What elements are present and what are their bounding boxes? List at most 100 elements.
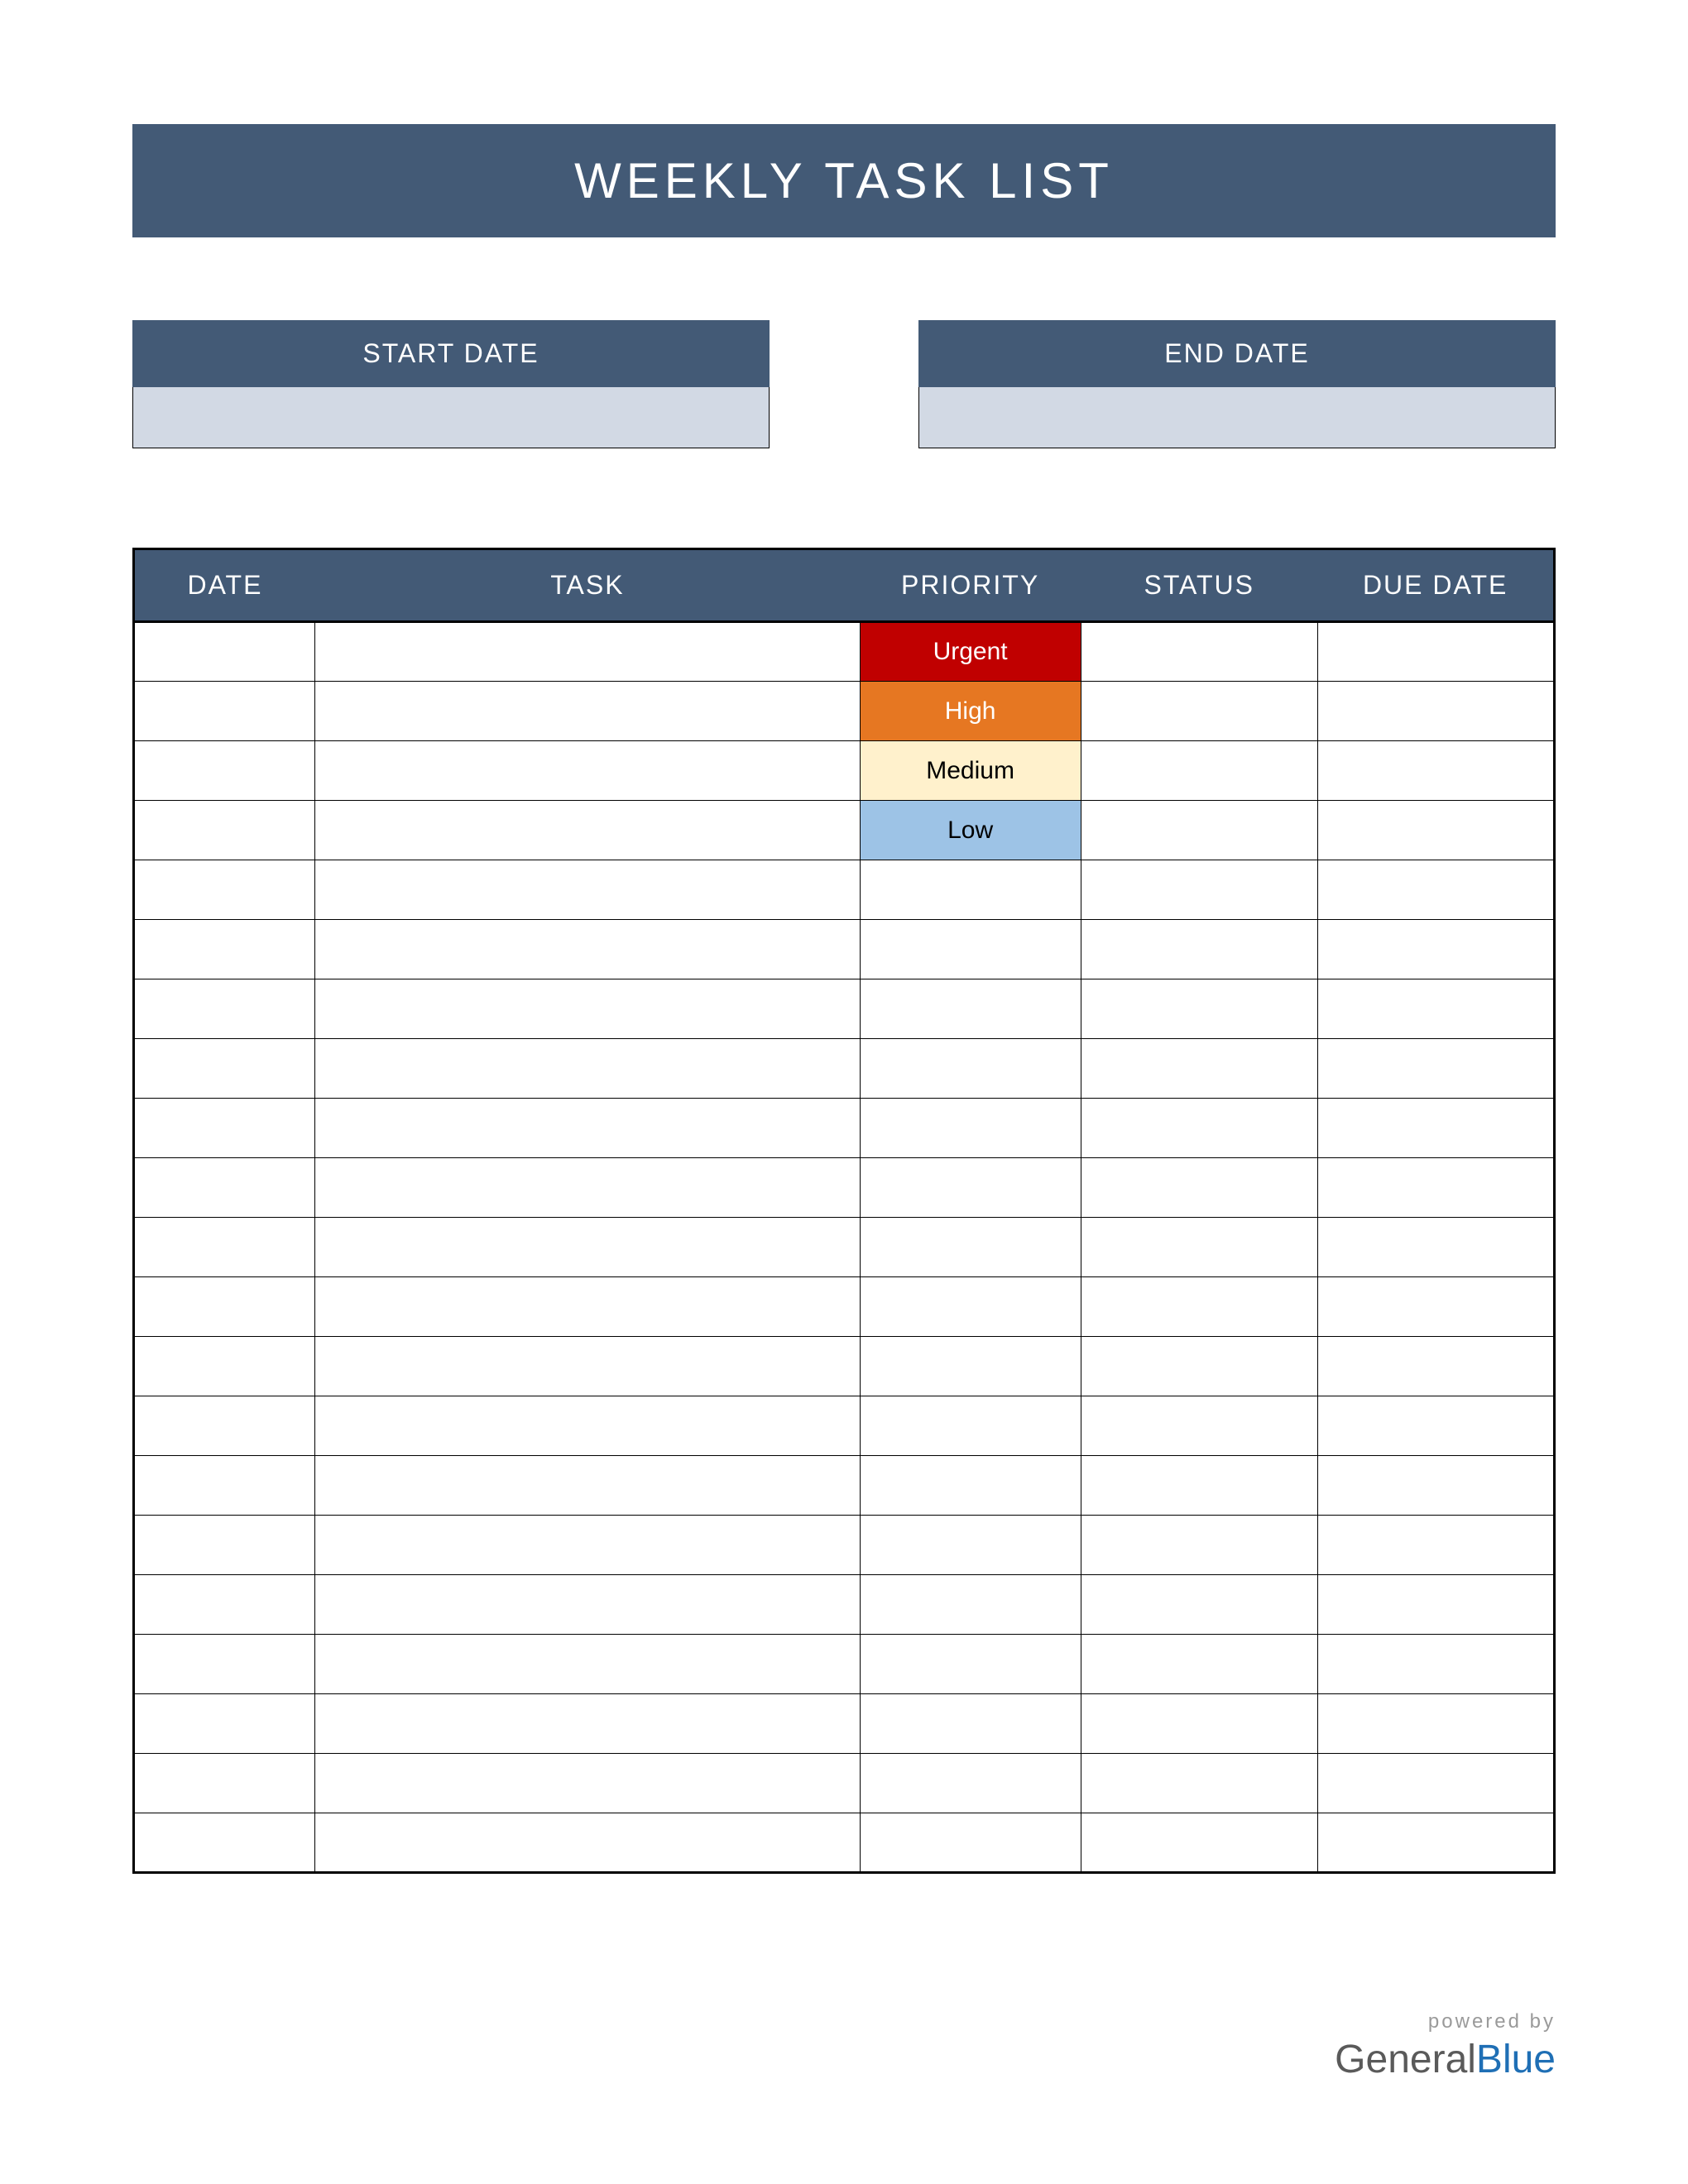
cell-status[interactable] (1081, 979, 1317, 1039)
cell-date[interactable] (134, 622, 315, 682)
cell-due[interactable] (1317, 1158, 1554, 1218)
cell-status[interactable] (1081, 801, 1317, 860)
cell-due[interactable] (1317, 1575, 1554, 1635)
cell-due[interactable] (1317, 1456, 1554, 1516)
cell-status[interactable] (1081, 1099, 1317, 1158)
cell-date[interactable] (134, 1039, 315, 1099)
cell-due[interactable] (1317, 1039, 1554, 1099)
cell-task[interactable] (315, 1813, 860, 1873)
cell-due[interactable] (1317, 979, 1554, 1039)
cell-task[interactable] (315, 1396, 860, 1456)
cell-priority[interactable] (860, 1396, 1081, 1456)
cell-status[interactable] (1081, 1694, 1317, 1754)
cell-task[interactable] (315, 1337, 860, 1396)
cell-date[interactable] (134, 741, 315, 801)
cell-priority[interactable] (860, 1099, 1081, 1158)
cell-due[interactable] (1317, 860, 1554, 920)
cell-status[interactable] (1081, 1277, 1317, 1337)
cell-date[interactable] (134, 1694, 315, 1754)
cell-task[interactable] (315, 1039, 860, 1099)
cell-due[interactable] (1317, 920, 1554, 979)
cell-due[interactable] (1317, 1337, 1554, 1396)
cell-due[interactable] (1317, 1694, 1554, 1754)
cell-date[interactable] (134, 1158, 315, 1218)
cell-due[interactable] (1317, 1396, 1554, 1456)
cell-priority[interactable]: Low (860, 801, 1081, 860)
cell-priority[interactable] (860, 1039, 1081, 1099)
cell-priority[interactable] (860, 1158, 1081, 1218)
cell-task[interactable] (315, 1516, 860, 1575)
cell-due[interactable] (1317, 1516, 1554, 1575)
cell-priority[interactable] (860, 1694, 1081, 1754)
cell-status[interactable] (1081, 1337, 1317, 1396)
cell-priority[interactable] (860, 1337, 1081, 1396)
cell-task[interactable] (315, 860, 860, 920)
cell-due[interactable] (1317, 1099, 1554, 1158)
cell-task[interactable] (315, 1277, 860, 1337)
cell-status[interactable] (1081, 622, 1317, 682)
cell-status[interactable] (1081, 1456, 1317, 1516)
cell-status[interactable] (1081, 1754, 1317, 1813)
cell-status[interactable] (1081, 920, 1317, 979)
cell-status[interactable] (1081, 1635, 1317, 1694)
cell-status[interactable] (1081, 1813, 1317, 1873)
cell-due[interactable] (1317, 1813, 1554, 1873)
cell-date[interactable] (134, 1456, 315, 1516)
cell-status[interactable] (1081, 1039, 1317, 1099)
cell-due[interactable] (1317, 622, 1554, 682)
cell-due[interactable] (1317, 741, 1554, 801)
cell-status[interactable] (1081, 1396, 1317, 1456)
cell-priority[interactable] (860, 1635, 1081, 1694)
cell-priority[interactable] (860, 979, 1081, 1039)
cell-status[interactable] (1081, 1575, 1317, 1635)
cell-task[interactable] (315, 1218, 860, 1277)
cell-status[interactable] (1081, 1516, 1317, 1575)
cell-task[interactable] (315, 1575, 860, 1635)
cell-task[interactable] (315, 979, 860, 1039)
cell-due[interactable] (1317, 801, 1554, 860)
cell-priority[interactable] (860, 1516, 1081, 1575)
cell-date[interactable] (134, 1396, 315, 1456)
cell-date[interactable] (134, 1218, 315, 1277)
end-date-input[interactable] (918, 387, 1556, 448)
cell-due[interactable] (1317, 1218, 1554, 1277)
cell-task[interactable] (315, 622, 860, 682)
cell-date[interactable] (134, 920, 315, 979)
cell-due[interactable] (1317, 1635, 1554, 1694)
cell-due[interactable] (1317, 1277, 1554, 1337)
cell-priority[interactable] (860, 1277, 1081, 1337)
cell-task[interactable] (315, 920, 860, 979)
cell-date[interactable] (134, 1277, 315, 1337)
cell-priority[interactable] (860, 1813, 1081, 1873)
cell-priority[interactable]: Urgent (860, 622, 1081, 682)
cell-task[interactable] (315, 1754, 860, 1813)
cell-priority[interactable] (860, 1218, 1081, 1277)
cell-date[interactable] (134, 860, 315, 920)
cell-date[interactable] (134, 1635, 315, 1694)
cell-date[interactable] (134, 1813, 315, 1873)
cell-priority[interactable] (860, 1456, 1081, 1516)
cell-status[interactable] (1081, 1218, 1317, 1277)
cell-priority[interactable]: Medium (860, 741, 1081, 801)
cell-status[interactable] (1081, 860, 1317, 920)
cell-date[interactable] (134, 1516, 315, 1575)
cell-task[interactable] (315, 1158, 860, 1218)
cell-task[interactable] (315, 1694, 860, 1754)
cell-due[interactable] (1317, 1754, 1554, 1813)
cell-priority[interactable] (860, 1575, 1081, 1635)
cell-due[interactable] (1317, 682, 1554, 741)
cell-date[interactable] (134, 1575, 315, 1635)
cell-date[interactable] (134, 1099, 315, 1158)
cell-date[interactable] (134, 682, 315, 741)
start-date-input[interactable] (132, 387, 770, 448)
cell-date[interactable] (134, 801, 315, 860)
cell-priority[interactable] (860, 1754, 1081, 1813)
cell-priority[interactable] (860, 860, 1081, 920)
cell-date[interactable] (134, 1337, 315, 1396)
cell-status[interactable] (1081, 741, 1317, 801)
cell-task[interactable] (315, 741, 860, 801)
cell-task[interactable] (315, 1635, 860, 1694)
cell-task[interactable] (315, 1456, 860, 1516)
cell-date[interactable] (134, 1754, 315, 1813)
cell-status[interactable] (1081, 682, 1317, 741)
